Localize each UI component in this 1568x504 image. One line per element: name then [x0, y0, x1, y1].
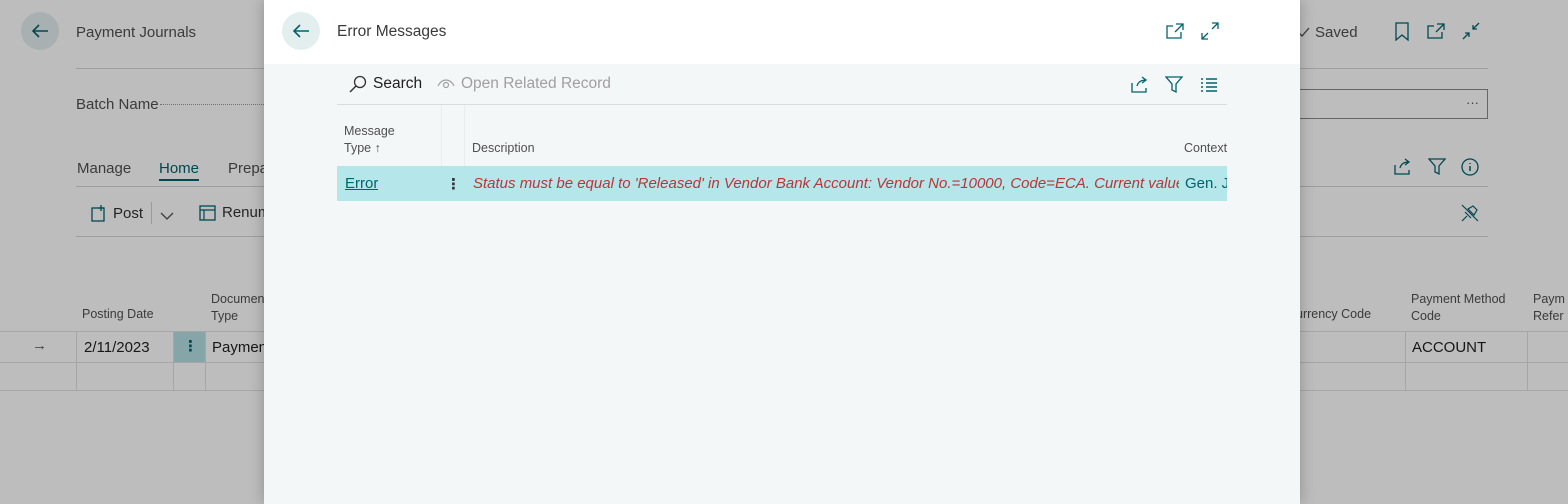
- share-button[interactable]: [1128, 74, 1150, 96]
- filter-button[interactable]: [1163, 74, 1185, 96]
- error-context[interactable]: Gen. Je: [1185, 166, 1227, 201]
- dialog-toolbar: Search Open Related Record: [337, 64, 1227, 105]
- open-new-window-icon: [1166, 23, 1184, 39]
- column-separator: [464, 105, 465, 166]
- eye-icon: [437, 79, 455, 89]
- col-message-type[interactable]: Type ↑: [344, 140, 381, 157]
- sort-ascending-icon: ↑: [374, 141, 381, 155]
- table-row[interactable]: Error ⋮ Status must be equal to 'Release…: [337, 166, 1227, 201]
- search-button[interactable]: Search: [349, 75, 422, 93]
- dialog-expand-button[interactable]: [1199, 20, 1221, 42]
- search-icon: [349, 75, 367, 93]
- dialog-back-button[interactable]: [282, 12, 320, 50]
- search-label: Search: [373, 75, 423, 92]
- list-view-button[interactable]: [1198, 74, 1220, 96]
- error-description[interactable]: Status must be equal to 'Released' in Ve…: [473, 166, 1179, 201]
- row-menu-button[interactable]: ⋮: [446, 166, 461, 201]
- dialog-open-new-window-button[interactable]: [1164, 20, 1186, 42]
- column-separator: [441, 105, 442, 166]
- share-icon: [1131, 76, 1148, 93]
- arrow-left-icon: [292, 24, 309, 38]
- open-related-record-button[interactable]: Open Related Record: [437, 75, 611, 93]
- filter-icon: [1165, 76, 1183, 94]
- error-messages-grid: Message Type ↑ Description Context Error…: [337, 105, 1227, 202]
- col-message-type-line2: Type: [344, 141, 372, 155]
- error-messages-dialog: Error Messages Search Open Related Recor…: [264, 0, 1300, 504]
- dialog-title: Error Messages: [337, 23, 447, 40]
- message-type-link[interactable]: Error: [345, 166, 378, 201]
- dialog-header: Error Messages: [264, 0, 1300, 64]
- expand-icon: [1201, 22, 1219, 40]
- open-related-record-label: Open Related Record: [461, 75, 611, 92]
- col-context[interactable]: Context: [1184, 140, 1227, 157]
- col-description[interactable]: Description: [472, 140, 535, 157]
- col-message-type-line1[interactable]: Message: [344, 123, 395, 140]
- list-icon: [1201, 78, 1217, 92]
